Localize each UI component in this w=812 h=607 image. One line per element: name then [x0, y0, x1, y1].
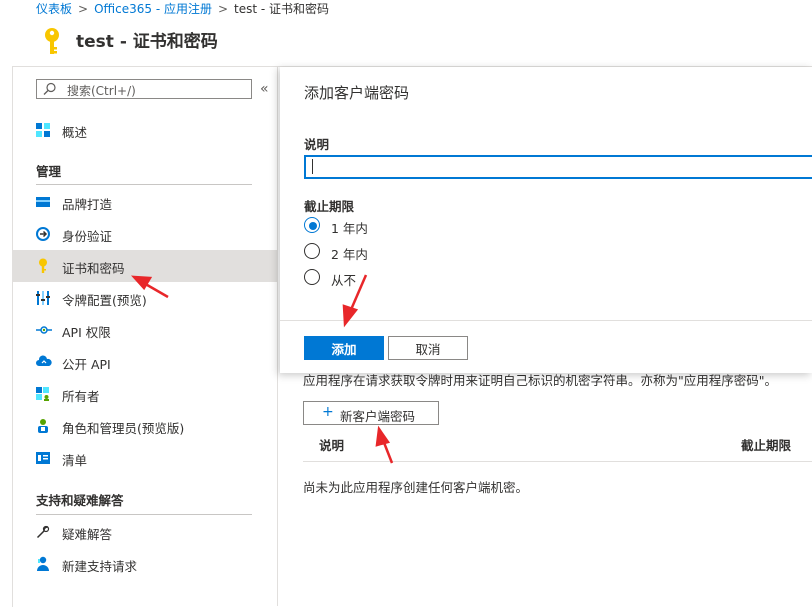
divider: [36, 184, 252, 185]
branding-icon: [36, 194, 52, 210]
text-caret: [312, 159, 313, 174]
radio-circle: [304, 269, 320, 285]
sidebar-item-branding[interactable]: 品牌打造: [12, 186, 277, 218]
search-icon: [43, 82, 57, 99]
column-header-description: 说明: [319, 438, 345, 453]
sidebar-item-authentication[interactable]: 身份验证: [12, 218, 277, 250]
sidebar-item-new-support-request[interactable]: 新建支持请求: [12, 548, 277, 580]
sidebar-item-overview[interactable]: 概述: [12, 114, 277, 146]
empty-secrets-message: 尚未为此应用程序创建任何客户端机密。: [303, 480, 529, 495]
sidebar-item-api-permissions[interactable]: API 权限: [12, 314, 277, 346]
breadcrumb-app-registrations[interactable]: Office365 - 应用注册: [94, 2, 212, 16]
radio-circle: [304, 243, 320, 259]
breadcrumb-dashboard[interactable]: 仪表板: [36, 2, 72, 16]
breadcrumb-separator: >: [217, 2, 229, 16]
authentication-icon: [36, 226, 52, 242]
section-manage: 管理: [36, 164, 62, 179]
new-client-secret-label: 新客户端密码: [340, 409, 416, 424]
sidebar-item-label: 公开 API: [62, 357, 111, 372]
page-title: test - 证书和密码: [76, 32, 218, 52]
token-config-icon: [36, 290, 52, 306]
overview-icon: [36, 122, 52, 138]
sidebar-item-label: 新建支持请求: [62, 559, 138, 574]
radio-label: 2 年内: [331, 247, 368, 262]
roles-admins-icon: [36, 418, 52, 434]
search-placeholder: 搜索(Ctrl+/): [67, 84, 136, 98]
sidebar-item-certificates-secrets[interactable]: 证书和密码: [12, 250, 277, 282]
divider: [36, 514, 252, 515]
sidebar-item-manifest[interactable]: 清单: [12, 442, 277, 474]
search-input[interactable]: 搜索(Ctrl+/): [36, 79, 252, 99]
cloud-icon: [36, 354, 52, 370]
sidebar-item-label: 概述: [62, 125, 88, 140]
panel-footer-divider: [280, 320, 812, 321]
owners-icon: [36, 386, 52, 402]
sidebar-item-label: 证书和密码: [62, 261, 125, 276]
sidebar-item-label: 品牌打造: [62, 197, 113, 212]
collapse-sidebar-button[interactable]: «: [260, 81, 269, 97]
support-person-icon: [36, 556, 52, 572]
sidebar-item-roles-admins[interactable]: 角色和管理员(预览版): [12, 410, 277, 442]
sidebar-item-troubleshooting[interactable]: 疑难解答: [12, 516, 277, 548]
key-icon: [36, 258, 52, 274]
new-client-secret-button[interactable]: + 新客户端密码: [303, 401, 439, 425]
sidebar-item-token-config[interactable]: 令牌配置(预览): [12, 282, 277, 314]
radio-label: 从不: [331, 273, 357, 288]
sidebar-item-label: 疑难解答: [62, 527, 113, 542]
breadcrumb: 仪表板 > Office365 - 应用注册 > test - 证书和密码: [36, 0, 329, 17]
sidebar-item-expose-api[interactable]: 公开 API: [12, 346, 277, 378]
expires-label: 截止期限: [304, 199, 355, 214]
radio-circle: [304, 217, 320, 233]
sidebar-item-label: 令牌配置(预览): [62, 293, 147, 308]
add-button[interactable]: 添加: [304, 336, 384, 360]
sidebar-item-label: API 权限: [62, 325, 111, 340]
section-support: 支持和疑难解答: [36, 493, 124, 508]
sidebar-item-owners[interactable]: 所有者: [12, 378, 277, 410]
table-divider: [303, 461, 812, 462]
key-icon: [42, 27, 62, 61]
breadcrumb-separator: >: [78, 2, 89, 16]
breadcrumb-current: test - 证书和密码: [234, 2, 330, 16]
column-header-expires: 截止期限: [741, 438, 792, 453]
radio-dot: [309, 222, 317, 230]
api-permissions-icon: [36, 322, 52, 338]
panel-title: 添加客户端密码: [304, 84, 410, 102]
sidebar-item-label: 清单: [62, 453, 88, 468]
manifest-icon: [36, 450, 52, 466]
wrench-icon: [36, 524, 52, 540]
sidebar-item-label: 角色和管理员(预览版): [62, 421, 185, 436]
description-label: 说明: [304, 137, 330, 152]
radio-label: 1 年内: [331, 221, 368, 236]
sidebar-item-label: 身份验证: [62, 229, 113, 244]
sidebar-item-label: 所有者: [62, 389, 100, 404]
content-divider: [277, 66, 278, 606]
description-input[interactable]: [304, 155, 812, 179]
cancel-button[interactable]: 取消: [388, 336, 468, 360]
plus-icon: +: [322, 404, 334, 420]
